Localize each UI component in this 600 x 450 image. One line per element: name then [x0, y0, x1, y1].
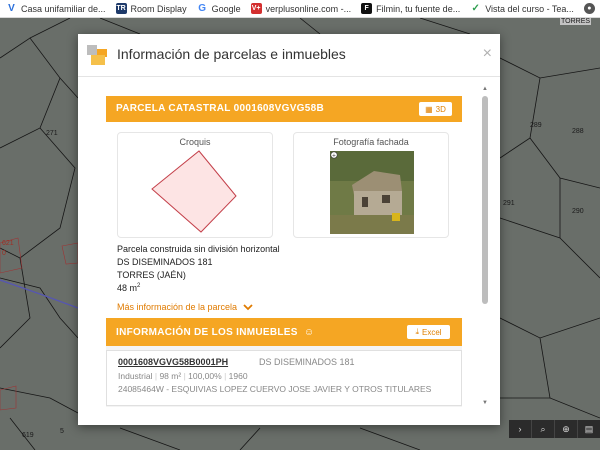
parcel-area-value: 48 m	[117, 283, 138, 293]
parcel-type: Parcela construida sin división horizont…	[117, 244, 280, 254]
facade-photo-label: Fotografía fachada	[333, 137, 409, 147]
more-parcel-info-label: Más información de la parcela	[117, 302, 238, 312]
parcel-card: Croquis Fotografía fachada + Parcela con…	[106, 122, 462, 318]
cube-icon: ▦	[425, 104, 433, 114]
bookmarks-bar: V Casa unifamiliar de... TR Room Display…	[0, 0, 600, 18]
parcel-address: DS DISEMINADOS 181	[117, 257, 213, 267]
bookmark-room-display[interactable]: TR Room Display	[115, 3, 187, 14]
parcel-municipality: TORRES (JAÉN)	[117, 270, 186, 280]
dialog-scroll-content[interactable]: PARCELA CATASTRAL 0001608VGVG58B ▦ 3D Cr…	[106, 96, 462, 407]
verplus-icon: V+	[250, 3, 262, 14]
parcel-sketch	[151, 150, 237, 233]
search-icon[interactable]: ⌕	[532, 420, 555, 438]
room-display-icon: TR	[115, 3, 127, 14]
export-excel-button[interactable]: ⤓ Excel	[407, 325, 450, 339]
filmin-icon: F	[361, 3, 373, 14]
zoom-icon[interactable]: ⊕	[555, 420, 578, 438]
parcel-area-sup: 2	[137, 283, 141, 289]
map-toolbar: › ⌕ ⊕ ▤	[509, 420, 600, 438]
scroll-down-arrow-icon[interactable]: ▼	[481, 400, 489, 408]
view-3d-label: 3D	[435, 104, 446, 114]
bookmark-label: verplusonline.com -...	[265, 3, 352, 14]
bookmark-label: Vista del curso - Tea...	[485, 3, 574, 14]
bookmark-label: Casa unifamiliar de...	[21, 3, 106, 14]
layers-icon[interactable]: ▤	[578, 420, 600, 438]
v-icon: V	[6, 3, 17, 14]
bookmark-globe[interactable]: ●	[583, 3, 599, 14]
parcel-header: PARCELA CATASTRAL 0001608VGVG58B ▦ 3D	[106, 96, 462, 122]
inmueble-use: Industrial	[118, 371, 153, 381]
export-excel-label: Excel	[421, 327, 442, 337]
facade-photo-tile[interactable]: Fotografía fachada +	[293, 132, 449, 238]
bookmark-vista-curso[interactable]: ✓ Vista del curso - Tea...	[470, 3, 574, 14]
inmueble-address: DS DISEMINADOS 181	[259, 357, 355, 367]
scroll-up-arrow-icon[interactable]: ▲	[482, 86, 488, 94]
parcel-area: 48 m2	[117, 283, 140, 293]
inmueble-area: 98 m²	[159, 371, 182, 381]
bookmark-label: Room Display	[130, 3, 187, 14]
close-icon[interactable]: ×	[483, 45, 492, 63]
dialog-title: Información de parcelas e inmuebles	[117, 46, 346, 62]
facade-photo: +	[330, 151, 414, 234]
inmuebles-header: INFORMACIÓN DE LOS INMUEBLES ☺ ⤓ Excel	[106, 318, 462, 346]
view-3d-button[interactable]: ▦ 3D	[419, 102, 452, 116]
more-parcel-info-link[interactable]: Más información de la parcela	[117, 302, 253, 312]
croquis-tile[interactable]: Croquis	[117, 132, 273, 238]
bookmark-casa[interactable]: V Casa unifamiliar de...	[6, 3, 106, 14]
bookmark-label: Google	[211, 3, 241, 14]
chevron-down-icon	[243, 304, 253, 311]
parcel-title: PARCELA CATASTRAL 0001608VGVG58B	[116, 103, 324, 114]
parcel-info-dialog: Información de parcelas e inmuebles × PA…	[78, 34, 500, 425]
google-icon: G	[196, 3, 208, 14]
globe-icon: ●	[583, 3, 595, 14]
inmueble-percentage: 100,00%	[188, 371, 222, 381]
download-icon: ⤓	[415, 327, 419, 336]
bookmark-verplus[interactable]: V+ verplusonline.com -...	[250, 3, 352, 14]
inmueble-year: 1960	[228, 371, 248, 381]
inmuebles-title: INFORMACIÓN DE LOS INMUEBLES ☺	[116, 327, 314, 338]
bookmark-google[interactable]: G Google	[196, 3, 241, 14]
bookmark-filmin[interactable]: F Filmin, tu fuente de...	[361, 3, 460, 14]
catastro-logo-icon	[87, 45, 107, 65]
comment-icon: ☺	[303, 327, 315, 338]
inmuebles-title-text: INFORMACIÓN DE LOS INMUEBLES	[116, 327, 298, 338]
inmueble-details: Industrial | 98 m² | 100,00% | 1960	[118, 371, 248, 381]
svg-text:+: +	[332, 153, 336, 159]
dialog-scrollbar[interactable]	[482, 96, 488, 304]
vista-icon: ✓	[470, 3, 482, 14]
inmueble-reference-link[interactable]: 0001608VGVG58B0001PH	[118, 357, 228, 367]
inmueble-owner: 24085464W - ESQUIVIAS LOPEZ CUERVO JOSE …	[118, 384, 432, 394]
bookmark-label: Filmin, tu fuente de...	[376, 3, 461, 14]
arrow-right-icon[interactable]: ›	[509, 420, 532, 438]
inmueble-row[interactable]: 0001608VGVG58B0001PH DS DISEMINADOS 181 …	[106, 350, 462, 406]
dialog-header: Información de parcelas e inmuebles ×	[78, 34, 500, 77]
